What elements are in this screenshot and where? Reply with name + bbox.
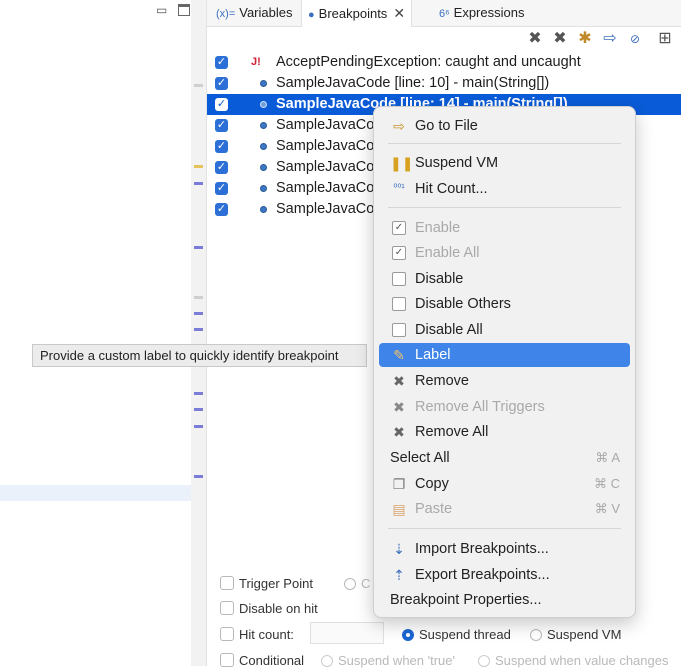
overview-ruler[interactable]: [191, 0, 207, 666]
remove-all-breakpoints-icon[interactable]: ✖: [550, 30, 570, 48]
ruler-marker[interactable]: [194, 84, 203, 87]
ruler-marker[interactable]: [194, 182, 203, 185]
skip-breakpoints-icon[interactable]: ⊘: [625, 30, 645, 48]
breakpoint-row[interactable]: ✓ SampleJavaCode [line: 10] - main(Strin…: [207, 73, 681, 94]
disable-all-box-icon: [392, 323, 406, 337]
breakpoint-checkbox[interactable]: ✓: [215, 203, 228, 216]
copy-icon: ❐: [392, 476, 406, 492]
menu-item-import-breakpoints[interactable]: ⇣ Import Breakpoints...: [379, 537, 630, 561]
line-breakpoint-icon: [260, 164, 267, 171]
breakpoint-checkbox[interactable]: ✓: [215, 161, 228, 174]
ruler-marker[interactable]: [194, 425, 203, 428]
menu-item-enable[interactable]: ✓ Enable: [379, 216, 630, 240]
pencil-icon: ✎: [393, 347, 405, 363]
hit-count-icon: ⁰⁰¹: [393, 183, 405, 194]
trigger-point-checkbox[interactable]: Trigger Point: [220, 576, 313, 591]
menu-separator: [388, 528, 621, 529]
editor-area[interactable]: [0, 0, 191, 666]
maximize-icon[interactable]: [178, 4, 190, 16]
suspend-thread-radio[interactable]: Suspend thread: [402, 627, 511, 642]
context-menu: ⇨ Go to File ❚❚ Suspend VM ⁰⁰¹ Hit Count...…: [373, 106, 636, 618]
line-breakpoint-icon: [260, 122, 267, 129]
tab-breakpoints[interactable]: ● Breakpoints ✕: [301, 0, 413, 27]
tab-expressions[interactable]: 6⁶ Expressions: [439, 0, 524, 26]
export-icon: ⇡: [393, 567, 405, 583]
ruler-marker[interactable]: [194, 328, 203, 331]
paste-icon: ▤: [392, 501, 406, 517]
line-breakpoint-icon: [260, 206, 267, 213]
menu-item-remove[interactable]: ✖ Remove: [379, 369, 630, 393]
menu-item-disable[interactable]: Disable: [379, 267, 630, 291]
breakpoint-checkbox[interactable]: ✓: [215, 77, 228, 90]
remove-breakpoint-icon[interactable]: ✖: [525, 30, 545, 48]
import-icon: ⇣: [393, 541, 405, 557]
ruler-marker[interactable]: [194, 392, 203, 395]
menu-item-enable-all[interactable]: ✓ Enable All: [379, 241, 630, 265]
line-breakpoint-icon: [260, 185, 267, 192]
ruler-marker[interactable]: [194, 165, 203, 168]
breakpoint-checkbox[interactable]: ✓: [215, 56, 228, 69]
menu-item-export-breakpoints[interactable]: ⇡ Export Breakpoints...: [379, 563, 630, 587]
tooltip: Provide a custom label to quickly identi…: [32, 344, 367, 367]
suspend-vm-icon: ❚❚: [390, 155, 414, 171]
disable-box-icon: [392, 272, 406, 286]
menu-separator: [388, 207, 621, 208]
hit-count-input[interactable]: [310, 622, 384, 644]
remove-icon: ✖: [393, 373, 405, 389]
ruler-marker[interactable]: [194, 475, 203, 478]
view-tab-bar: (x)= Variables ● Breakpoints ✕ 6⁶ Expression…: [207, 0, 681, 27]
ruler-marker[interactable]: [194, 296, 203, 299]
menu-item-go-to-file[interactable]: ⇨ Go to File: [379, 114, 630, 138]
trigger-radio[interactable]: C: [344, 576, 370, 591]
menu-item-suspend-vm[interactable]: ❚❚ Suspend VM: [379, 151, 630, 175]
menu-item-select-all[interactable]: Select All ⌘ A: [379, 446, 630, 470]
menu-item-disable-all[interactable]: Disable All: [379, 318, 630, 342]
breakpoint-checkbox[interactable]: ✓: [215, 140, 228, 153]
menu-item-remove-all-triggers[interactable]: ✖ Remove All Triggers: [379, 395, 630, 419]
ruler-marker[interactable]: [194, 312, 203, 315]
breakpoint-checkbox[interactable]: ✓: [215, 119, 228, 132]
breakpoint-checkbox[interactable]: ✓: [215, 182, 228, 195]
close-icon[interactable]: ✕: [393, 5, 405, 21]
enable-check-icon: ✓: [392, 221, 406, 235]
suspend-vm-radio[interactable]: Suspend VM: [530, 627, 621, 642]
menu-separator: [388, 143, 621, 144]
breakpoint-row[interactable]: ✓ J! AcceptPendingException: caught and …: [207, 52, 681, 73]
menu-item-hit-count[interactable]: ⁰⁰¹ Hit Count...: [379, 177, 630, 201]
tab-variables[interactable]: (x)= Variables: [216, 0, 292, 26]
menu-item-copy[interactable]: ❐ Copy ⌘ C: [379, 472, 630, 496]
remove-all-triggers-icon: ✖: [393, 399, 405, 415]
current-line-highlight: [0, 485, 191, 501]
show-supported-icon[interactable]: ✱: [575, 30, 595, 48]
disable-on-hit-checkbox[interactable]: Disable on hit: [220, 601, 318, 616]
menu-item-label[interactable]: ✎ Label: [379, 343, 630, 367]
menu-item-remove-all[interactable]: ✖ Remove All: [379, 420, 630, 444]
breakpoint-checkbox[interactable]: ✓: [215, 98, 228, 111]
menu-item-disable-others[interactable]: Disable Others: [379, 292, 630, 316]
line-breakpoint-icon: [260, 143, 267, 150]
line-breakpoint-icon: [260, 80, 267, 87]
hit-count-checkbox[interactable]: Hit count:: [220, 627, 294, 642]
variables-icon: (x)=: [216, 8, 236, 20]
line-breakpoint-icon: [260, 101, 267, 108]
remove-all-icon: ✖: [393, 424, 405, 440]
disable-others-box-icon: [392, 297, 406, 311]
view-menu-icon[interactable]: ⊞: [655, 30, 675, 48]
enable-all-check-icon: ✓: [392, 246, 406, 260]
menu-item-breakpoint-properties[interactable]: Breakpoint Properties...: [379, 588, 630, 612]
ruler-marker[interactable]: [194, 246, 203, 249]
menu-item-paste[interactable]: ▤ Paste ⌘ V: [379, 497, 630, 521]
go-to-file-icon[interactable]: ⇨: [600, 30, 620, 48]
breakpoints-icon: ●: [308, 9, 315, 21]
minimize-icon[interactable]: ▭: [156, 4, 168, 16]
go-to-file-icon: ⇨: [393, 118, 405, 134]
exception-breakpoint-icon: J!: [251, 56, 261, 68]
expressions-icon: 6⁶: [439, 8, 450, 20]
ruler-marker[interactable]: [194, 408, 203, 411]
